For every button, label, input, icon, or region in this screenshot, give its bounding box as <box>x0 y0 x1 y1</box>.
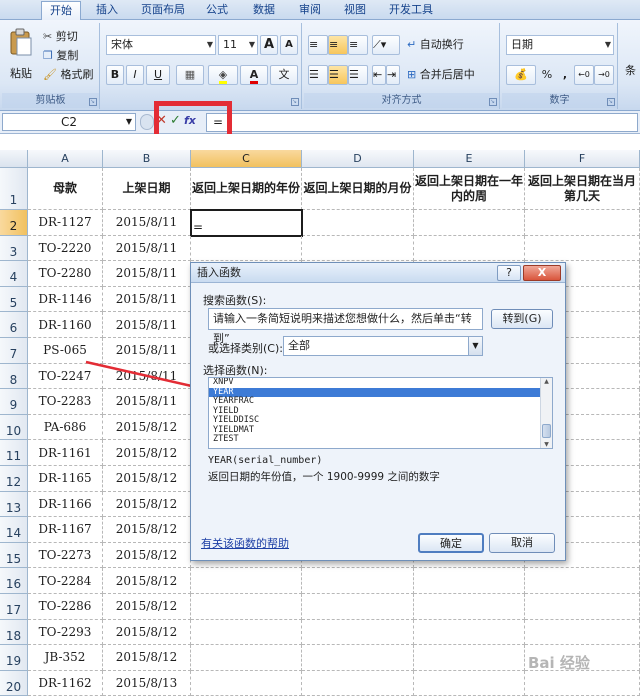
go-button[interactable]: 转到(G) <box>491 309 553 329</box>
category-select[interactable]: 全部 ▼ <box>283 336 483 356</box>
function-list-item-selected[interactable]: YEAR <box>209 387 552 397</box>
baidu-watermark: Bai 经验 <box>528 654 590 672</box>
category-label: 或选择类别(C): <box>208 342 283 355</box>
function-listbox[interactable]: XNPV YEAR YEARFRAC YIELD YIELDDISC YIELD… <box>208 377 553 449</box>
function-list-item[interactable]: XNPV <box>209 378 552 388</box>
select-function-label: 选择函数(N): <box>203 364 268 377</box>
dialog-close-button[interactable]: X <box>523 265 561 281</box>
function-description: 返回日期的年份值，一个 1900-9999 之间的数字 <box>208 471 440 483</box>
function-list-item[interactable]: YIELDDISC <box>209 416 552 426</box>
function-list-item[interactable]: ZTEST <box>209 435 552 445</box>
function-help-link[interactable]: 有关该函数的帮助 <box>201 535 289 551</box>
function-list-item[interactable]: YIELD <box>209 406 552 417</box>
dialog-help-button[interactable]: ? <box>497 265 521 281</box>
scrollbar-thumb[interactable] <box>542 424 551 438</box>
search-label: 搜索函数(S): <box>203 294 267 307</box>
scroll-up-icon[interactable]: ▲ <box>541 378 552 385</box>
insert-function-dialog: 插入函数 ? X 搜索函数(S): 请输入一条简短说明来描述您想做什么，然后单击… <box>190 262 566 561</box>
function-list-item[interactable]: YEARFRAC <box>209 397 552 407</box>
listbox-scrollbar[interactable]: ▲ ▼ <box>540 378 552 448</box>
arrow-shaft <box>85 360 197 389</box>
chevron-down-icon[interactable]: ▼ <box>468 337 482 355</box>
scroll-down-icon[interactable]: ▼ <box>541 441 552 448</box>
function-signature: YEAR(serial_number) <box>208 455 323 466</box>
search-function-input[interactable]: 请输入一条简短说明来描述您想做什么，然后单击“转到” <box>208 308 483 345</box>
ok-button[interactable]: 确定 <box>418 533 484 553</box>
function-list-item[interactable]: YIELDMAT <box>209 425 552 436</box>
cancel-button[interactable]: 取消 <box>489 533 555 553</box>
category-value: 全部 <box>288 339 310 352</box>
